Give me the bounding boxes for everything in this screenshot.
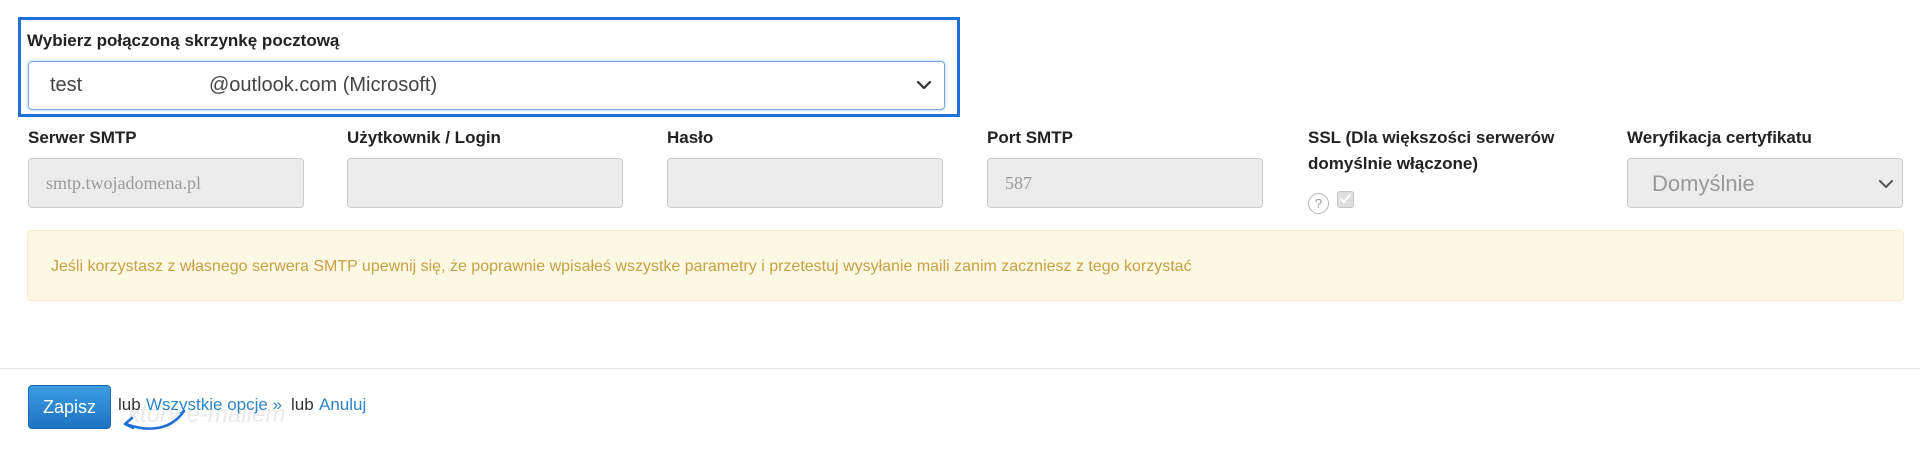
smtp-server-group: Serwer SMTP smtp.twojadomena.pl — [28, 125, 304, 208]
smtp-warning-text: Jeśli korzystasz z własnego serwera SMTP… — [51, 258, 1192, 275]
footer-divider — [0, 368, 1920, 369]
port-label: Port SMTP — [987, 128, 1073, 147]
smtp-warning-alert: Jeśli korzystasz z własnego serwera SMTP… — [27, 230, 1904, 301]
mailbox-select[interactable]: test @outlook.com (Microsoft) — [28, 61, 945, 110]
chevron-down-icon — [916, 80, 932, 90]
mailbox-highlight-box: Wybierz połączoną skrzynkę pocztową test… — [18, 17, 960, 117]
port-input[interactable]: 587 — [987, 158, 1263, 208]
check-icon — [1340, 194, 1351, 203]
smtp-server-input[interactable]: smtp.twojadomena.pl — [28, 158, 304, 208]
port-group: Port SMTP 587 — [987, 125, 1263, 208]
question-circle-icon[interactable]: ? — [1308, 193, 1329, 214]
cancel-link[interactable]: Anuluj — [319, 395, 366, 415]
mailbox-select-value-prefix: test — [50, 74, 83, 96]
ssl-checkbox[interactable] — [1337, 191, 1354, 208]
username-label: Użytkownik / Login — [347, 128, 501, 147]
ssl-label: SSL (Dla większości serwerów domyślnie w… — [1308, 128, 1555, 173]
cert-select-value: Domyślnie — [1652, 171, 1755, 196]
mailbox-select-value-suffix: @outlook.com (Microsoft) — [209, 74, 438, 96]
password-group: Hasło — [667, 125, 943, 208]
port-placeholder: 587 — [1005, 173, 1032, 193]
password-input[interactable] — [667, 158, 943, 208]
save-button[interactable]: Zapisz — [28, 385, 111, 429]
cert-group: Weryfikacja certyfikatu Domyślnie — [1627, 125, 1903, 208]
footer-or-text: lub — [291, 395, 314, 414]
smtp-server-placeholder: smtp.twojadomena.pl — [46, 173, 201, 193]
username-input[interactable] — [347, 158, 623, 208]
ssl-group: SSL (Dla większości serwerów domyślnie w… — [1308, 125, 1588, 214]
cert-label: Weryfikacja certyfikatu — [1627, 128, 1812, 147]
password-label: Hasło — [667, 128, 714, 147]
mailbox-label: Wybierz połączoną skrzynkę pocztową — [27, 31, 340, 50]
username-group: Użytkownik / Login — [347, 125, 623, 208]
smtp-server-label: Serwer SMTP — [28, 128, 137, 147]
curved-arrow-icon — [123, 409, 186, 430]
cert-select[interactable]: Domyślnie — [1627, 158, 1903, 208]
chevron-down-icon — [1879, 180, 1893, 188]
